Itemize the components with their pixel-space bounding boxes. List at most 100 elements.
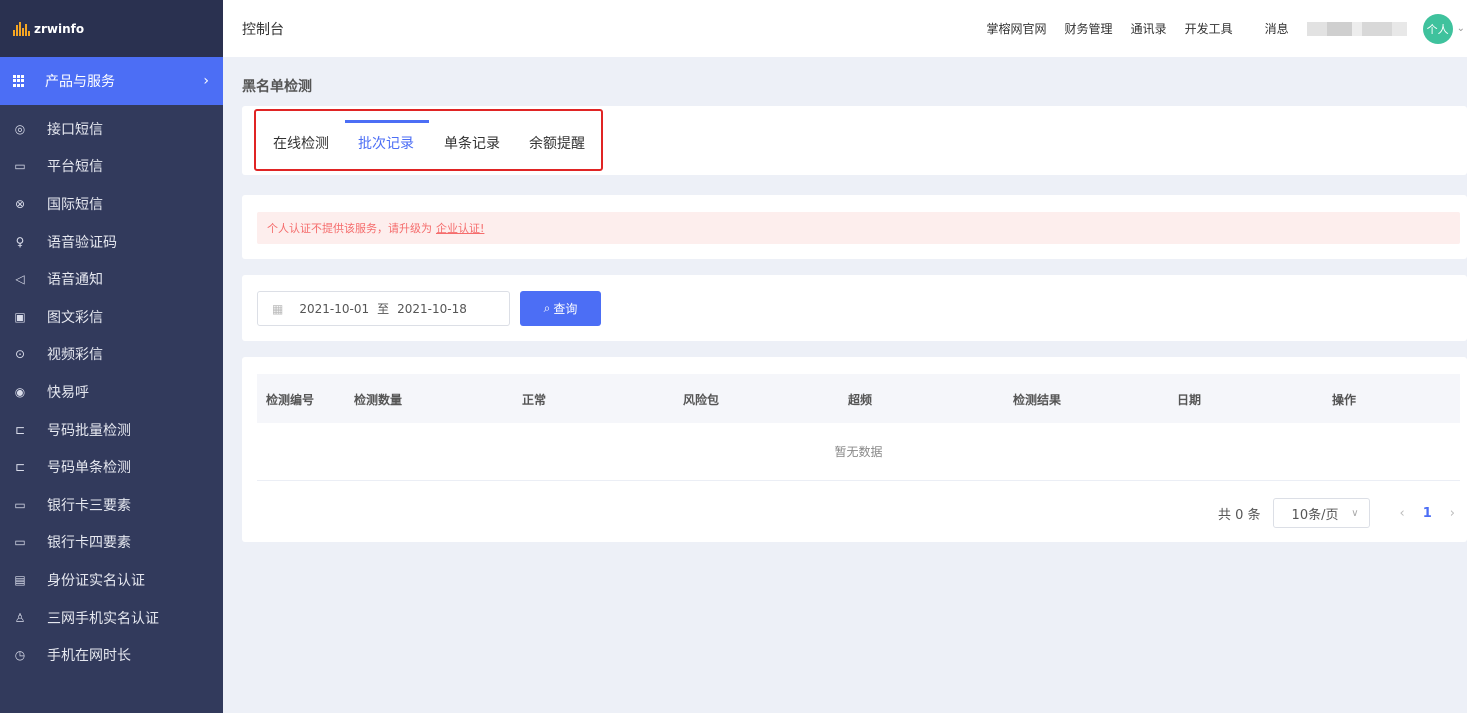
card-icon: ▭ [14,497,26,512]
chat-icon: ▭ [14,159,26,174]
sidebar-item-label: 身份证实名认证 [47,572,145,589]
column-header: 操作 [1332,393,1357,407]
tabs-card: 在线检测 批次记录 单条记录 余额提醒 [242,106,1467,175]
sidebar-item-label: 号码单条检测 [47,460,131,477]
nav-link-official-site[interactable]: 掌榕网官网 [987,20,1047,37]
brand-logo[interactable]: zrwinfo [0,0,223,57]
grid-icon [13,74,26,88]
speaker-icon: ◁ [15,272,25,287]
start-date[interactable]: 2021-10-01 [299,302,369,316]
top-header: 控制台 掌榕网官网 财务管理 通讯录 开发工具 消息 个人 ⌄ [223,0,1467,57]
chevron-down-icon: ∨ [1351,507,1359,519]
sidebar-item-label: 视频彩信 [47,347,103,364]
brand-name: zrwinfo [34,21,85,36]
next-page-icon[interactable]: › [1450,506,1455,521]
sidebar-item-label: 银行卡四要素 [47,535,131,552]
sidebar-item-api-sms[interactable]: ◎ 接口短信 [0,110,223,148]
sidebar-item-label: 三网手机实名认证 [47,610,159,627]
sidebar-item-phone-realname[interactable]: ♙ 三网手机实名认证 [0,599,223,637]
sidebar-item-video-mms[interactable]: ⊙ 视频彩信 [0,336,223,374]
sidebar-item-intl-sms[interactable]: ⊗ 国际短信 [0,185,223,223]
sidebar-item-quick-call[interactable]: ◉ 快易呼 [0,373,223,411]
play-circle-icon: ⊙ [14,347,26,362]
globe-icon: ⊗ [14,196,26,211]
column-header: 检测结果 [1013,393,1062,407]
table-header: 检测编号 检测数量 正常 风险包 超频 检测结果 日期 操作 [257,374,1460,423]
scan-icon: ⊏ [14,460,26,475]
sidebar-item-voice-notice[interactable]: ◁ 语音通知 [0,260,223,298]
sidebar-item-label: 平台短信 [47,159,103,176]
sidebar-item-label: 接口短信 [47,121,103,138]
logo-waveform-icon [13,21,30,36]
id-card-icon: ▤ [14,572,26,587]
page-number[interactable]: 1 [1423,506,1432,521]
search-icon: ⌕ [543,301,551,315]
sidebar-item-platform-sms[interactable]: ▭ 平台短信 [0,148,223,186]
auth-warning-text: 个人认证不提供该服务，请升级为 [267,222,432,235]
tab-single-records[interactable]: 单条记录 [444,133,500,153]
column-header: 日期 [1177,393,1202,407]
messages-link[interactable]: 消息 [1265,20,1289,37]
blurred-username [1306,21,1407,36]
query-button-label: 查询 [553,302,578,316]
filter-card: ▦ 2021-10-01 至 2021-10-18 ⌕ 查询 [242,275,1467,341]
tab-batch-records[interactable]: 批次记录 [358,133,414,153]
sidebar-item-batch-number-check[interactable]: ⊏ 号码批量检测 [0,411,223,449]
sidebar-item-phone-online-duration[interactable]: ◷ 手机在网时长 [0,636,223,674]
products-services-menu[interactable]: 产品与服务 › [0,57,223,105]
active-tab-indicator [345,120,429,123]
enterprise-auth-link[interactable]: 企业认证! [436,220,484,236]
scan-icon: ⊏ [14,422,26,437]
message-circle-icon: ◎ [14,121,26,136]
page-size-value: 10条/页 [1291,507,1339,523]
sidebar-item-bankcard-three[interactable]: ▭ 银行卡三要素 [0,486,223,524]
products-services-label: 产品与服务 [45,74,115,90]
sidebar-item-label: 国际短信 [47,196,103,213]
sidebar-item-label: 语音验证码 [47,234,117,251]
notice-card: 个人认证不提供该服务，请升级为 企业认证! [242,195,1467,259]
date-separator: 至 [377,302,390,316]
image-icon: ▣ [14,309,26,324]
sidebar-item-label: 银行卡三要素 [47,497,131,514]
user-check-icon: ♙ [14,610,26,625]
avatar[interactable]: 个人 [1422,13,1453,44]
sidebar-item-id-verify[interactable]: ▤ 身份证实名认证 [0,561,223,599]
date-range-picker[interactable]: ▦ 2021-10-01 至 2021-10-18 [257,291,510,326]
sidebar-item-single-number-check[interactable]: ⊏ 号码单条检测 [0,448,223,486]
sidebar: zrwinfo 产品与服务 › ◎ 接口短信 ▭ 平台短信 ⊗ 国际短信 ♀ 语… [0,0,223,713]
page-size-select[interactable]: 10条/页 ∨ [1272,498,1370,528]
query-button[interactable]: ⌕ 查询 [520,291,601,326]
phone-call-icon: ◉ [14,384,26,399]
calendar-icon: ▦ [272,301,284,316]
pagination-total: 共 0 条 [1218,507,1261,523]
main-content: 黑名单检测 在线检测 批次记录 单条记录 余额提醒 个人认证不提供该服务，请升级… [223,57,1467,713]
column-header: 风险包 [683,393,720,407]
table-empty-state: 暂无数据 [257,423,1460,481]
chevron-right-icon: › [203,73,209,89]
card-icon: ▭ [14,535,26,550]
sidebar-item-label: 图文彩信 [47,309,103,326]
sidebar-menu: ◎ 接口短信 ▭ 平台短信 ⊗ 国际短信 ♀ 语音验证码 ◁ 语音通知 ▣ 图文… [0,105,223,674]
sidebar-item-voice-code[interactable]: ♀ 语音验证码 [0,223,223,261]
column-header: 超频 [848,393,873,407]
sidebar-item-bankcard-four[interactable]: ▭ 银行卡四要素 [0,524,223,562]
nav-link-dev-tools[interactable]: 开发工具 [1185,20,1233,37]
sidebar-item-image-mms[interactable]: ▣ 图文彩信 [0,298,223,336]
chevron-down-icon[interactable]: ⌄ [1457,23,1465,34]
auth-warning-alert: 个人认证不提供该服务，请升级为 企业认证! [257,212,1460,244]
end-date[interactable]: 2021-10-18 [397,302,467,316]
prev-page-icon[interactable]: ‹ [1400,506,1405,521]
column-header: 检测编号 [266,393,315,407]
nav-link-finance[interactable]: 财务管理 [1065,20,1113,37]
nav-link-contacts[interactable]: 通讯录 [1131,20,1167,37]
header-nav: 掌榕网官网 财务管理 通讯录 开发工具 消息 个人 ⌄ [987,0,1467,57]
clock-icon: ◷ [14,648,26,663]
sidebar-item-label: 号码批量检测 [47,422,131,439]
column-header: 检测数量 [354,393,403,407]
tab-balance-alert[interactable]: 余额提醒 [529,133,585,153]
sidebar-item-label: 语音通知 [47,272,103,289]
column-header: 正常 [522,393,547,407]
tab-online-check[interactable]: 在线检测 [273,133,329,153]
pagination: 共 0 条 10条/页 ∨ ‹ 1 › [1218,497,1467,529]
records-table-card: 检测编号 检测数量 正常 风险包 超频 检测结果 日期 操作 暂无数据 共 0 … [242,357,1467,542]
